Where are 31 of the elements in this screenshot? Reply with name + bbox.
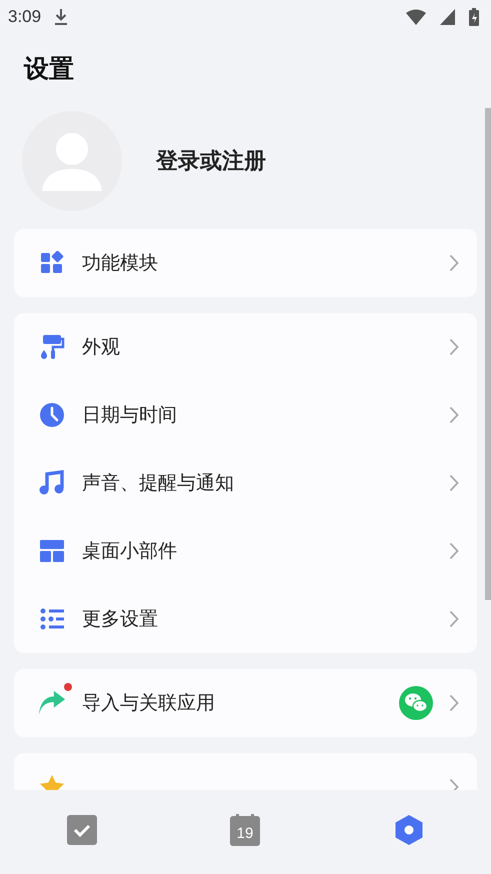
- chevron-right-icon: [449, 338, 459, 356]
- settings-item[interactable]: 外观: [14, 313, 477, 381]
- wifi-icon: [406, 9, 426, 25]
- chat-bubbles-icon: [399, 686, 433, 720]
- chevron-right-icon: [449, 254, 459, 272]
- chevron-right-icon: [449, 694, 459, 712]
- paint-roller-icon: [39, 334, 65, 360]
- music-note-icon: [39, 470, 65, 496]
- list-icon: [40, 608, 64, 630]
- chevron-right-icon: [449, 474, 459, 492]
- share-arrow-icon: [38, 690, 66, 716]
- settings-item[interactable]: 日期与时间: [14, 381, 477, 449]
- download-icon: [55, 9, 68, 25]
- chevron-right-icon: [449, 610, 459, 628]
- settings-item[interactable]: 更多设置: [14, 585, 477, 653]
- chevron-right-icon: [449, 406, 459, 424]
- battery-icon: [469, 8, 479, 26]
- settings-item[interactable]: 声音、提醒与通知: [14, 449, 477, 517]
- layout-icon: [40, 539, 64, 563]
- status-time: 3:09: [8, 7, 42, 27]
- page-title: 设置: [24, 53, 75, 85]
- settings-item[interactable]: 功能模块: [14, 229, 477, 297]
- clock-icon: [39, 402, 65, 428]
- settings-item[interactable]: 桌面小部件: [14, 517, 477, 585]
- calendar-tab[interactable]: 19: [228, 813, 262, 847]
- settings-item[interactable]: 导入与关联应用: [14, 669, 477, 737]
- grid-icon: [40, 251, 64, 275]
- checkbox-tab[interactable]: [64, 813, 99, 847]
- login-link[interactable]: 登录或注册: [156, 146, 266, 176]
- chevron-right-icon: [449, 542, 459, 560]
- signal-icon: [440, 9, 455, 25]
